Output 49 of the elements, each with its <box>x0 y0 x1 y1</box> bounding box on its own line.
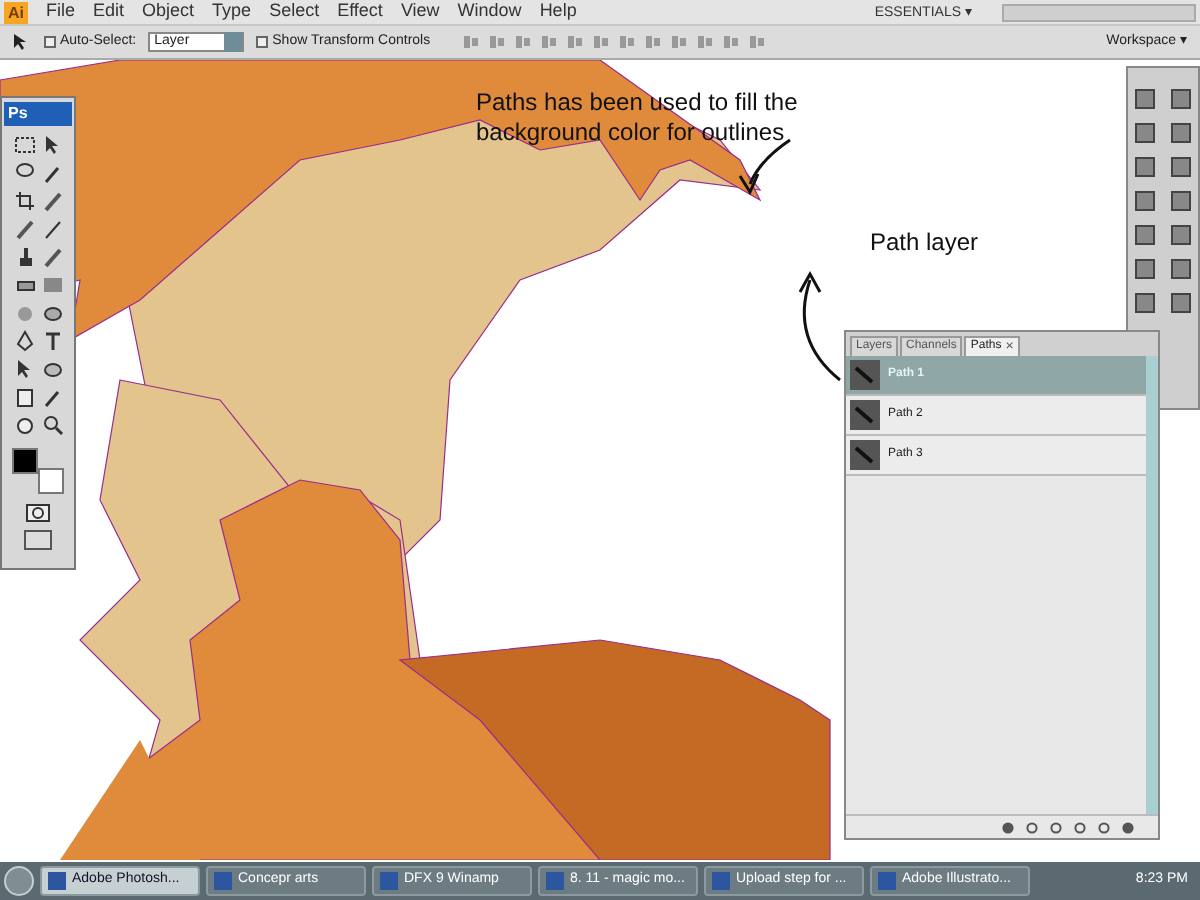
type-icon[interactable] <box>41 330 63 352</box>
app-icon <box>878 872 896 890</box>
path-thumbnail-icon <box>850 400 880 430</box>
menu-item[interactable]: Select <box>269 0 320 26</box>
app-icon <box>214 872 232 890</box>
brush-icon[interactable] <box>1134 190 1157 212</box>
search-field[interactable] <box>1002 3 1196 21</box>
annotation-text: Path layer <box>870 228 979 258</box>
app-icon <box>546 872 564 890</box>
note-icon[interactable] <box>13 386 35 408</box>
toolbox-title: Ps <box>4 102 72 126</box>
pencil-icon[interactable] <box>41 218 63 240</box>
ellipse-icon[interactable] <box>41 358 63 380</box>
checkbox[interactable] <box>44 36 56 48</box>
app-icon <box>380 872 398 890</box>
dashed-square-icon[interactable] <box>13 134 35 156</box>
path-thumbnail-icon <box>850 440 880 470</box>
menu-item[interactable]: View <box>400 0 440 26</box>
app-icon <box>712 872 730 890</box>
eyedropper-icon[interactable] <box>41 386 63 408</box>
screen-mode-icon[interactable] <box>24 530 52 550</box>
menu-item[interactable]: Window <box>457 0 522 26</box>
scrollbar[interactable] <box>1146 356 1158 814</box>
curved-arrow <box>738 138 791 196</box>
menu-item[interactable]: Object <box>142 0 195 26</box>
menu-item[interactable]: Effect <box>337 0 383 26</box>
brush-icon[interactable] <box>41 246 63 268</box>
quick-mask-icon[interactable] <box>26 504 50 522</box>
path-thumbnail-icon <box>850 360 880 390</box>
menu-item[interactable]: Edit <box>93 0 125 26</box>
sponge-icon[interactable] <box>41 302 63 324</box>
menu-item[interactable]: Help <box>539 0 577 26</box>
foreground-color-swatch[interactable] <box>12 448 38 474</box>
brush-icon[interactable] <box>13 218 35 240</box>
fill-circle-icon[interactable] <box>1002 821 1014 833</box>
background-color-swatch[interactable] <box>38 468 64 494</box>
menu-item[interactable]: File <box>46 0 76 26</box>
stamp-icon[interactable] <box>1134 224 1157 246</box>
crop-icon[interactable] <box>13 190 35 212</box>
app-icon <box>48 872 66 890</box>
menu-item[interactable]: Type <box>212 0 252 26</box>
magnifier-icon[interactable] <box>41 414 63 436</box>
curved-arrow <box>798 270 841 382</box>
start-button[interactable] <box>4 866 34 896</box>
pen-icon[interactable] <box>13 330 35 352</box>
brush-icon[interactable] <box>41 190 63 212</box>
wand-icon[interactable] <box>41 162 63 184</box>
checkbox[interactable] <box>256 36 269 48</box>
app-logo: Ai <box>4 1 28 23</box>
